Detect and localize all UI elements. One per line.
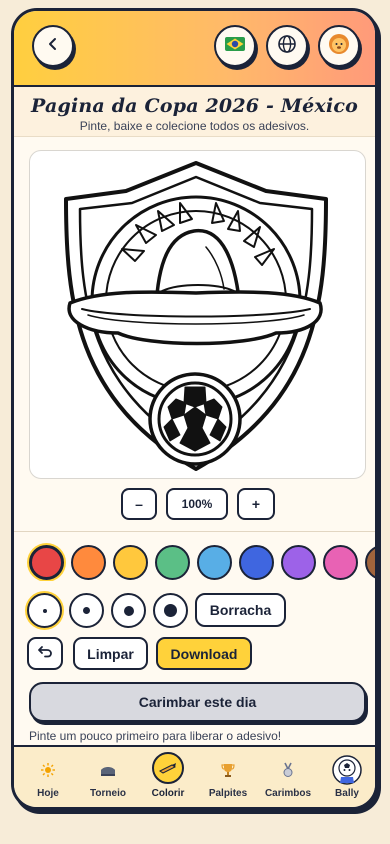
brush-size-large-button[interactable]	[111, 593, 146, 628]
color-swatch[interactable]	[113, 545, 148, 580]
clear-button[interactable]: Limpar	[73, 637, 148, 670]
title-area: Pagina da Copa 2026 - México Pinte, baix…	[14, 87, 375, 137]
stamp-day-button[interactable]: Carimbar este dia	[29, 682, 366, 722]
color-swatch[interactable]	[197, 545, 232, 580]
nav-label: Palpites	[208, 788, 248, 799]
chevron-left-icon	[46, 37, 60, 56]
page-subtitle: Pinte, baixe e colecione todos os adesiv…	[79, 119, 310, 133]
brush-dot	[83, 607, 90, 614]
nav-item-bally[interactable]: Bally	[317, 747, 375, 807]
stadium-icon	[93, 755, 123, 785]
lion-mascot-icon	[328, 33, 350, 60]
trophy-icon	[213, 755, 243, 785]
nav-label: Carimbos	[264, 788, 312, 799]
brush-size-medium-button[interactable]	[69, 593, 104, 628]
action-row: Limpar Download	[14, 637, 375, 671]
coloring-canvas[interactable]	[29, 150, 366, 479]
color-swatch[interactable]	[71, 545, 106, 580]
medal-icon	[273, 755, 303, 785]
color-swatch[interactable]	[365, 545, 375, 580]
brush-dot	[123, 605, 134, 616]
color-swatch[interactable]	[29, 545, 64, 580]
color-palette	[27, 543, 375, 581]
nav-item-palpites[interactable]: Palpites	[198, 747, 258, 807]
undo-icon	[37, 643, 53, 664]
color-swatch[interactable]	[239, 545, 274, 580]
download-button[interactable]: Download	[156, 637, 252, 670]
nav-label: Torneio	[90, 788, 126, 799]
bottom-nav: Hoje Torneio Colorir Palpites Carimbos Bally	[14, 745, 375, 807]
zoom-controls: – 100% +	[14, 488, 375, 520]
globe-icon	[277, 34, 297, 59]
nav-item-torneio[interactable]: Torneio	[78, 747, 138, 807]
color-swatch[interactable]	[155, 545, 190, 580]
nav-item-hoje[interactable]: Hoje	[18, 747, 78, 807]
zoom-level: 100%	[166, 488, 228, 520]
mascot-button[interactable]	[318, 25, 360, 67]
crest-artwork	[64, 161, 328, 471]
undo-button[interactable]	[27, 637, 63, 670]
brush-dot	[42, 608, 47, 613]
nav-item-carimbos[interactable]: Carimbos	[258, 747, 318, 807]
zoom-out-button[interactable]: –	[121, 488, 157, 520]
eraser-button[interactable]: Borracha	[195, 593, 286, 627]
stamp-hint: Pinte um pouco primeiro para liberar o a…	[29, 729, 282, 743]
brush-size-row: Borracha	[14, 593, 375, 629]
color-swatch[interactable]	[323, 545, 358, 580]
divider	[14, 531, 375, 532]
top-bar	[14, 11, 375, 87]
page-title: Pagina da Copa 2026 - México	[30, 95, 359, 117]
nav-label: Bally	[335, 788, 359, 799]
nav-label: Hoje	[37, 788, 59, 799]
nav-label: Colorir	[151, 788, 185, 799]
language-flag-button[interactable]	[214, 25, 256, 67]
bally-mascot-icon	[332, 755, 362, 785]
sun-icon	[33, 755, 63, 785]
globe-button[interactable]	[266, 25, 308, 67]
nav-item-colorir[interactable]: Colorir	[138, 747, 198, 807]
brazil-flag-icon	[225, 36, 245, 56]
crayon-icon	[152, 752, 184, 784]
color-swatch[interactable]	[281, 545, 316, 580]
back-button[interactable]	[32, 25, 74, 67]
zoom-in-button[interactable]: +	[237, 488, 275, 520]
brush-size-small-button[interactable]	[27, 593, 62, 628]
brush-size-xlarge-button[interactable]	[153, 593, 188, 628]
brush-dot	[164, 604, 177, 617]
app-screen: Pagina da Copa 2026 - México Pinte, baix…	[11, 8, 378, 810]
